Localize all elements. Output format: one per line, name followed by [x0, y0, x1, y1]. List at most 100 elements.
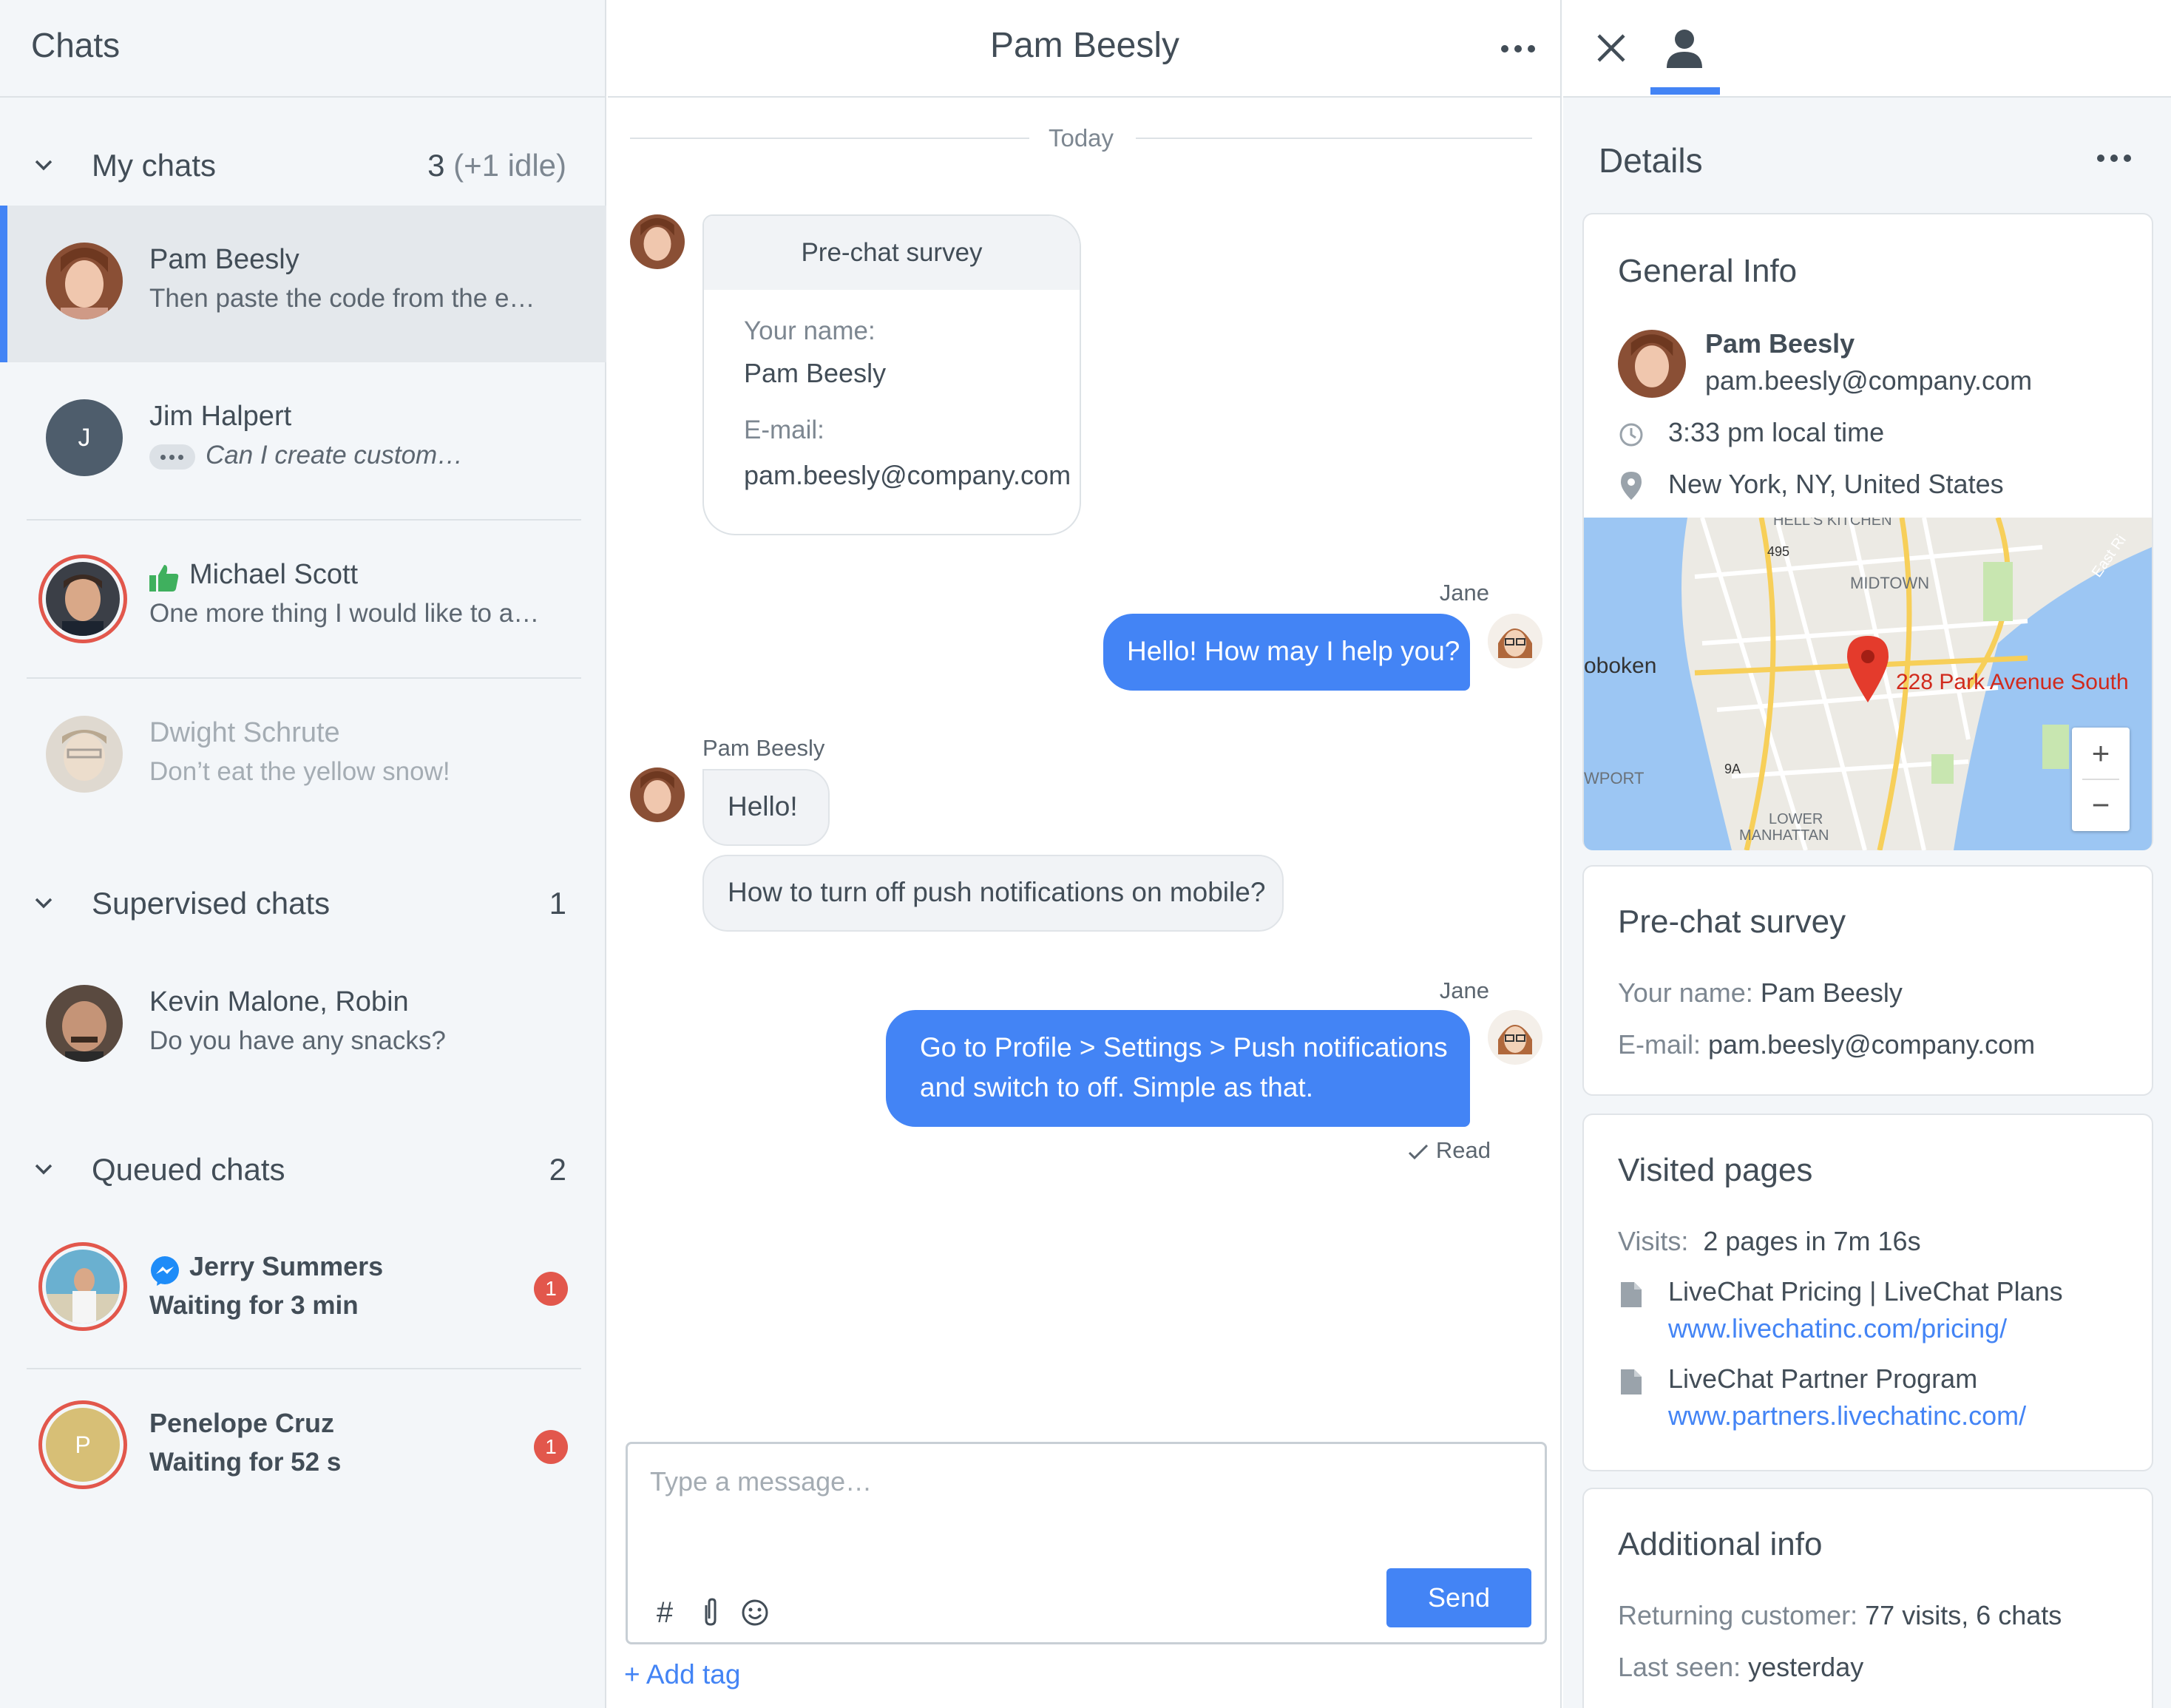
- avatar: [38, 1242, 127, 1331]
- check-icon: [1409, 1144, 1429, 1159]
- more-options-icon[interactable]: [2097, 152, 2133, 163]
- chats-header: Chats: [0, 0, 606, 98]
- value: 2 pages in 7m 16s: [1703, 1226, 1921, 1256]
- map-label: LOWER: [1769, 811, 1823, 827]
- chat-preview: Waiting for 52 s: [149, 1448, 342, 1477]
- card-title: Pre-chat survey: [1618, 904, 1846, 940]
- card-title: Visited pages: [1618, 1152, 1813, 1188]
- details-header: [1563, 0, 2171, 98]
- value: yesterday: [1748, 1652, 1864, 1682]
- date-divider: Today: [630, 124, 1532, 154]
- value: Pam Beesly: [1760, 977, 1903, 1008]
- conversation-title: Pam Beesly: [989, 26, 1180, 65]
- customer-avatar: [630, 767, 685, 822]
- clock-icon: [1619, 423, 1643, 447]
- user-icon[interactable]: [1665, 28, 1704, 68]
- survey-name-row: Your name: Pam Beesly: [1618, 977, 1903, 1009]
- card-title: Additional info: [1618, 1526, 1823, 1562]
- conversation-panel: Pam Beesly Today Pre-chat survey Your na…: [608, 0, 1562, 1708]
- visitor-name: Pam Beesly: [1705, 328, 1855, 359]
- map-label: 495: [1767, 544, 1789, 559]
- general-info-card: General Info Pam Beesly pam.beesly@compa…: [1582, 213, 2153, 850]
- survey-email-label: E-mail:: [744, 416, 824, 444]
- chat-name: Jerry Summers: [189, 1251, 384, 1281]
- last-seen-row: Last seen: yesterday: [1618, 1652, 1863, 1683]
- survey-email-row: E-mail: pam.beesly@company.com: [1618, 1029, 2035, 1060]
- chat-item-jim-halpert[interactable]: J Jim Halpert Can I create custom…: [0, 362, 606, 519]
- chat-name: Kevin Malone, Robin: [149, 986, 409, 1017]
- page-title: LiveChat Partner Program: [1668, 1363, 1978, 1394]
- idle-count: (+1 idle): [453, 148, 566, 183]
- value: 77 visits, 6 chats: [1865, 1600, 2062, 1630]
- map-label: 9A: [1724, 762, 1741, 776]
- typing-preview: Can I create custom…: [206, 441, 464, 470]
- prechat-survey-details-card: Pre-chat survey Your name: Pam Beesly E-…: [1582, 865, 2153, 1096]
- chat-item-kevin-malone[interactable]: Kevin Malone, Robin Do you have any snac…: [0, 948, 606, 1105]
- chat-name: Dwight Schrute: [149, 717, 340, 748]
- label: Returning customer:: [1618, 1600, 1858, 1630]
- chat-preview: Do you have any snacks?: [149, 1026, 446, 1055]
- prechat-survey-card: Pre-chat survey Your name: Pam Beesly E-…: [702, 214, 1081, 535]
- section-title: Queued chats: [92, 1152, 285, 1187]
- chat-name: Penelope Cruz: [149, 1408, 335, 1438]
- visits-row: Visits: 2 pages in 7m 16s: [1618, 1226, 1921, 1257]
- card-title: General Info: [1618, 253, 1798, 289]
- avatar: [46, 985, 123, 1062]
- avatar: J: [46, 399, 123, 476]
- section-supervised-chats[interactable]: Supervised chats 1: [0, 878, 606, 930]
- location: New York, NY, United States: [1668, 469, 2004, 499]
- location-map[interactable]: HELL'S KITCHEN MIDTOWN oboken WPORT LOWE…: [1584, 518, 2152, 850]
- chats-title: Chats: [31, 26, 121, 64]
- emoji-icon[interactable]: [739, 1596, 771, 1629]
- message-input[interactable]: Type a message…: [650, 1466, 872, 1497]
- unread-badge: 1: [534, 1430, 568, 1464]
- map-address: 228 Park Avenue South: [1896, 670, 2129, 694]
- zoom-out-button[interactable]: −: [2072, 779, 2130, 831]
- chevron-down-icon[interactable]: [34, 893, 53, 912]
- chat-item-pam-beesly[interactable]: Pam Beesly Then paste the code from the …: [0, 206, 606, 362]
- close-icon[interactable]: [1596, 33, 1627, 64]
- thumbs-up-icon: [149, 565, 179, 592]
- avatar: P: [38, 1400, 127, 1489]
- read-receipt: Read: [1407, 1137, 1491, 1164]
- my-chats-count: 3: [427, 148, 445, 183]
- chat-item-dwight-schrute[interactable]: Dwight Schrute Don’t eat the yellow snow…: [0, 679, 606, 836]
- chat-item-penelope-cruz[interactable]: P Penelope Cruz Waiting for 52 s 1: [0, 1369, 606, 1526]
- details-panel: Details General Info Pam Beesly pam.bees…: [1563, 0, 2171, 1708]
- add-tag-link[interactable]: + Add tag: [624, 1659, 740, 1690]
- message-composer[interactable]: Type a message… # Send: [626, 1442, 1547, 1644]
- chat-item-jerry-summers[interactable]: Jerry Summers Waiting for 3 min 1: [0, 1213, 606, 1369]
- chevron-down-icon[interactable]: [34, 1159, 53, 1179]
- hashtag-icon[interactable]: #: [648, 1596, 681, 1629]
- label: Your name:: [1618, 977, 1753, 1008]
- more-options-icon[interactable]: [1501, 43, 1537, 53]
- section-count: 2: [549, 1152, 566, 1187]
- section-my-chats[interactable]: My chats 3 (+1 idle): [0, 140, 606, 192]
- returning-row: Returning customer: 77 visits, 6 chats: [1618, 1600, 2062, 1631]
- unread-badge: 1: [534, 1272, 568, 1306]
- customer-avatar: [630, 214, 685, 269]
- send-button[interactable]: Send: [1386, 1568, 1531, 1627]
- section-queued-chats[interactable]: Queued chats 2: [0, 1145, 606, 1196]
- zoom-in-button[interactable]: +: [2072, 728, 2130, 779]
- message-line: and switch to off. Simple as that.: [920, 1072, 1313, 1102]
- chevron-down-icon[interactable]: [34, 155, 53, 174]
- page-url-link[interactable]: www.livechatinc.com/pricing/: [1668, 1313, 2007, 1344]
- avatar: [1618, 330, 1686, 398]
- sender-name: Jane: [1439, 580, 1489, 606]
- page-url-link[interactable]: www.partners.livechatinc.com/: [1668, 1400, 2026, 1431]
- date-label: Today: [1048, 124, 1114, 152]
- section-title: My chats: [92, 148, 217, 183]
- avatar: [38, 555, 127, 643]
- map-label: HELL'S KITCHEN: [1773, 518, 1892, 529]
- local-time: 3:33 pm local time: [1668, 417, 1885, 447]
- attachment-icon[interactable]: [694, 1596, 727, 1629]
- label: Last seen:: [1618, 1652, 1741, 1682]
- message-bubble: How to turn off push notifications on mo…: [702, 855, 1284, 932]
- page-icon: [1621, 1282, 1642, 1307]
- chat-item-michael-scott[interactable]: Michael Scott One more thing I would lik…: [0, 521, 606, 677]
- message-bubble: Go to Profile > Settings > Push notifica…: [886, 1010, 1470, 1127]
- message-bubble: Hello! How may I help you?: [1103, 614, 1470, 691]
- avatar: [46, 243, 123, 319]
- avatar: [46, 716, 123, 793]
